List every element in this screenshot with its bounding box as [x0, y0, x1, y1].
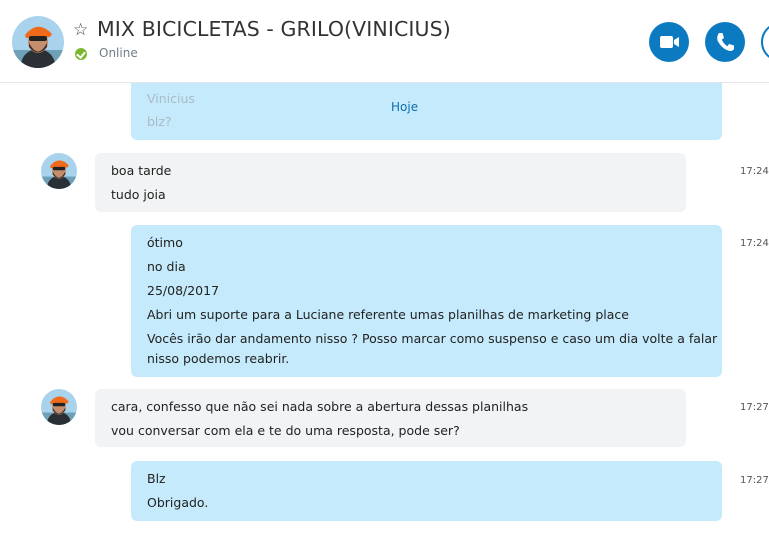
message-line: tudo joia	[111, 187, 166, 202]
incoming-message[interactable]: boa tarde tudo joia	[95, 153, 686, 212]
sender-avatar[interactable]	[41, 153, 77, 189]
message-line: vou conversar com ela e te do uma respos…	[111, 423, 460, 438]
message-line: Vinicius	[147, 91, 195, 106]
chat-title: MIX BICICLETAS - GRILO(VINICIUS)	[97, 17, 451, 41]
status-text: Online	[99, 46, 138, 60]
outgoing-message[interactable]: ótimo no dia 25/08/2017 Abri um suporte …	[131, 225, 722, 377]
sender-avatar[interactable]	[41, 389, 77, 425]
message-line: 25/08/2017	[147, 283, 220, 298]
message-line: Obrigado.	[147, 495, 209, 510]
previous-message: Vinicius blz?	[131, 83, 722, 140]
message-time: 17:27	[740, 475, 769, 486]
incoming-message[interactable]: cara, confesso que não sei nada sobre a …	[95, 389, 686, 447]
day-separator: Hoje	[391, 100, 419, 114]
message-line: Vocês irão dar andamento nisso ? Posso m…	[147, 331, 718, 346]
message-time: 17:24	[740, 238, 769, 249]
message-line: ótimo	[147, 235, 183, 250]
message-line: Abri um suporte para a Luciane referente…	[147, 307, 629, 322]
message-time: 17:24	[740, 166, 769, 177]
add-participant-button[interactable]	[761, 22, 769, 62]
message-line: nisso podemos reabrir.	[147, 351, 290, 366]
video-call-button[interactable]	[649, 22, 689, 62]
message-line: boa tarde	[111, 163, 172, 178]
contact-avatar[interactable]	[12, 16, 64, 68]
phone-icon	[717, 33, 734, 51]
chat-header: ☆ MIX BICICLETAS - GRILO(VINICIUS) Onlin…	[0, 0, 769, 83]
audio-call-button[interactable]	[705, 22, 745, 62]
message-time: 17:27	[740, 402, 769, 413]
online-status-icon	[75, 48, 87, 60]
chat-area: Vinicius blz? Hoje boa tarde tudo joia 1…	[0, 83, 769, 546]
outgoing-message[interactable]: Blz Obrigado.	[131, 461, 722, 521]
message-line: blz?	[147, 114, 172, 129]
message-line: no dia	[147, 259, 186, 274]
message-line: Blz	[147, 471, 166, 486]
favorite-star-icon[interactable]: ☆	[73, 20, 88, 40]
message-line: cara, confesso que não sei nada sobre a …	[111, 399, 529, 414]
video-camera-icon	[660, 36, 679, 48]
